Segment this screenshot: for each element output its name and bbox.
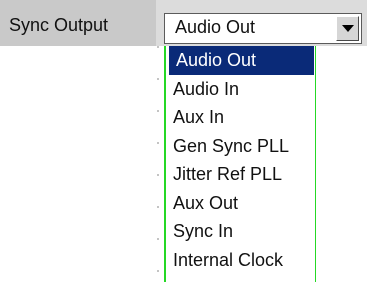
- list-item-sync-in[interactable]: Sync In: [166, 217, 315, 246]
- sync-output-selected-value: Audio Out: [175, 17, 256, 37]
- list-item-gen-sync-pll[interactable]: Gen Sync PLL: [166, 132, 315, 161]
- list-item-aux-in[interactable]: Aux In: [166, 103, 315, 132]
- triangle-down-icon: [342, 25, 354, 32]
- sync-output-combobox[interactable]: Audio Out: [164, 13, 362, 44]
- dropdown-toggle-button[interactable]: [336, 16, 359, 41]
- dropdown-shadow-edge: [157, 46, 159, 282]
- list-item-internal-clock[interactable]: Internal Clock: [166, 246, 315, 275]
- sync-output-dropdown-list[interactable]: Audio Out Audio In Aux In Gen Sync PLL J…: [164, 46, 316, 282]
- sync-output-label: Sync Output: [9, 15, 109, 35]
- list-item-jitter-ref-pll[interactable]: Jitter Ref PLL: [166, 160, 315, 189]
- sync-output-label-cell: Sync Output: [0, 0, 156, 46]
- list-item-audio-in[interactable]: Audio In: [166, 75, 315, 104]
- list-item-aux-out[interactable]: Aux Out: [166, 189, 315, 218]
- list-item-audio-out[interactable]: Audio Out: [169, 46, 314, 75]
